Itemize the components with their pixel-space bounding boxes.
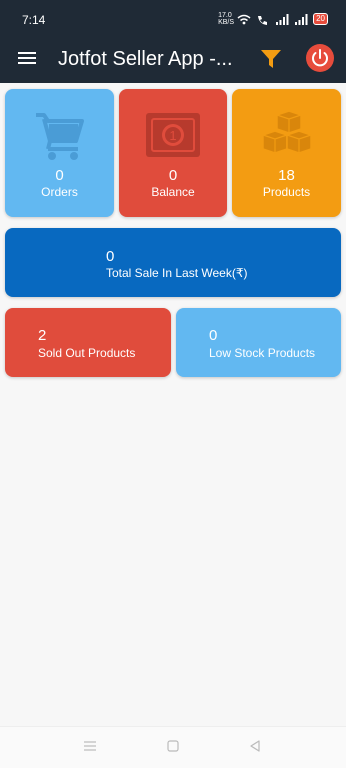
orders-card[interactable]: 0 Orders <box>5 89 114 217</box>
balance-label: Balance <box>151 185 195 199</box>
status-time: 7:14 <box>22 13 46 27</box>
recent-apps-icon[interactable] <box>84 740 96 752</box>
products-card[interactable]: 18 Products <box>232 89 341 217</box>
battery-icon: 20 <box>313 13 328 25</box>
signal-icon-2 <box>295 13 308 25</box>
network-speed: 17.0 KB/S <box>218 12 235 26</box>
low-stock-label: Low Stock Products <box>209 346 316 360</box>
weekly-sale-label: Total Sale In Last Week(₹) <box>106 266 248 280</box>
system-nav-bar <box>0 726 346 768</box>
weekly-sale-card[interactable]: 0 Total Sale In Last Week(₹) <box>5 228 341 297</box>
page-title: Jotfot Seller App -... <box>58 48 233 70</box>
cart-icon <box>34 111 86 166</box>
app-bar: Jotfot Seller App -... <box>0 38 346 83</box>
power-button[interactable] <box>306 44 334 72</box>
boxes-icon <box>257 110 317 170</box>
orders-count: 0 <box>55 167 64 184</box>
products-count: 18 <box>278 167 295 184</box>
low-stock-card[interactable]: 0 Low Stock Products <box>176 308 341 377</box>
power-icon <box>312 49 328 67</box>
home-icon[interactable] <box>167 740 179 752</box>
sold-out-card[interactable]: 2 Sold Out Products <box>5 308 171 377</box>
orders-label: Orders <box>41 185 78 199</box>
balance-card[interactable]: 1 0 Balance <box>119 89 227 217</box>
sold-out-label: Sold Out Products <box>38 346 136 360</box>
back-icon[interactable] <box>249 740 261 752</box>
svg-text:1: 1 <box>169 128 176 143</box>
status-bar: 7:14 17.0 KB/S 20 <box>0 0 346 38</box>
hamburger-menu-icon[interactable] <box>18 50 38 66</box>
products-label: Products <box>262 185 311 199</box>
sold-out-count: 2 <box>38 327 47 344</box>
signal-icon-1 <box>276 13 289 25</box>
status-icons: 17.0 KB/S 20 <box>218 12 328 26</box>
wifi-icon <box>237 14 251 24</box>
banknote-icon: 1 <box>144 111 202 164</box>
filter-icon[interactable] <box>260 48 282 70</box>
balance-value: 0 <box>168 167 178 184</box>
low-stock-count: 0 <box>209 327 218 344</box>
weekly-sale-value: 0 <box>106 248 115 265</box>
wifi-calling-icon <box>258 15 268 25</box>
